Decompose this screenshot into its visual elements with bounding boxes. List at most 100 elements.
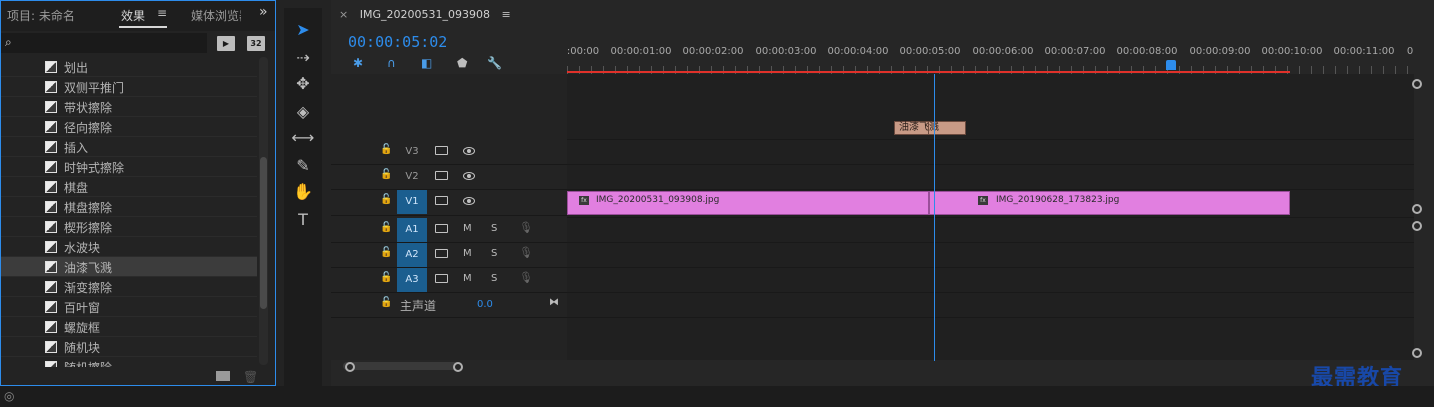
lock-icon[interactable]: 🔓 <box>380 247 392 258</box>
effects-list-scrollbar[interactable] <box>259 57 268 365</box>
tab-project[interactable]: 项目: 未命名 <box>7 7 75 24</box>
sync-lock-icon[interactable] <box>435 146 448 155</box>
eye-icon[interactable] <box>463 172 475 180</box>
transition-paint-splatter[interactable]: 油漆飞溅 <box>894 121 966 135</box>
track-label-v2[interactable]: V2 <box>397 165 427 189</box>
microphone-icon[interactable]: 🎙 <box>519 246 533 259</box>
ripple-edit-tool-icon[interactable]: ✥ <box>291 72 315 96</box>
lane-a1[interactable] <box>567 218 1414 243</box>
master-volume-value[interactable]: 0.0 <box>477 299 493 310</box>
solo-button[interactable]: S <box>491 248 497 259</box>
type-tool-icon[interactable]: T <box>291 208 315 232</box>
linked-selection-icon[interactable]: ◧ <box>421 56 432 70</box>
32bit-effects-button[interactable]: 32 <box>247 36 265 51</box>
effect-item[interactable]: 划出 <box>1 57 257 77</box>
horizontal-scrollbar[interactable] <box>343 362 459 370</box>
video-scroll-handle-bottom[interactable] <box>1412 204 1422 214</box>
effect-item[interactable]: 楔形擦除 <box>1 217 257 237</box>
zoom-handle-right[interactable] <box>453 362 463 372</box>
selection-tool-icon[interactable]: ➤ <box>291 18 315 42</box>
mute-button[interactable]: M <box>463 273 472 284</box>
lock-icon[interactable]: 🔓 <box>380 144 392 155</box>
effect-item[interactable]: 棋盘擦除 <box>1 197 257 217</box>
sequence-tab[interactable]: × IMG_20200531_093908 ≡ <box>339 8 511 21</box>
effect-item[interactable]: 渐变擦除 <box>1 277 257 297</box>
timeline-settings-icon[interactable]: 🔧 <box>487 56 502 70</box>
lane-v2[interactable] <box>567 165 1414 190</box>
effect-item[interactable]: 带状擦除 <box>1 97 257 117</box>
delete-icon[interactable]: 🗑 <box>243 370 258 384</box>
razor-tool-icon[interactable]: ◈ <box>291 100 315 124</box>
tab-media-browser[interactable]: 媒体浏览器 <box>191 7 241 24</box>
status-icon[interactable]: ◎ <box>4 389 14 403</box>
lock-icon[interactable]: 🔓 <box>380 222 392 233</box>
sync-lock-icon[interactable] <box>435 171 448 180</box>
lock-icon[interactable]: 🔓 <box>380 169 392 180</box>
effect-item[interactable]: 双侧平推门 <box>1 77 257 97</box>
effect-item[interactable]: 棋盘 <box>1 177 257 197</box>
sync-lock-icon[interactable] <box>435 249 448 258</box>
track-label-a3[interactable]: A3 <box>397 268 427 292</box>
track-label-a2[interactable]: A2 <box>397 243 427 267</box>
sync-lock-icon[interactable] <box>435 274 448 283</box>
hand-tool-icon[interactable]: ✋ <box>291 180 315 204</box>
effect-item[interactable]: 水波块 <box>1 237 257 257</box>
track-lanes[interactable]: fx IMG_20200531_093908.jpg fx IMG_201906… <box>567 74 1414 360</box>
track-label-v1[interactable]: V1 <box>397 190 427 214</box>
eye-icon[interactable] <box>463 197 475 205</box>
effect-item[interactable]: 插入 <box>1 137 257 157</box>
effect-item[interactable]: 百叶窗 <box>1 297 257 317</box>
lock-icon[interactable]: 🔓 <box>380 272 392 283</box>
new-bin-icon[interactable] <box>216 371 230 381</box>
close-icon[interactable]: × <box>339 8 348 21</box>
microphone-icon[interactable]: 🎙 <box>519 221 533 234</box>
solo-button[interactable]: S <box>491 223 497 234</box>
audio-scroll-handle-top[interactable] <box>1412 221 1422 231</box>
effect-item[interactable]: 随机擦除 <box>1 357 257 367</box>
lane-a3[interactable] <box>567 268 1414 293</box>
track-header-v3: 🔓 V3 <box>331 140 567 165</box>
accelerated-effects-button[interactable]: ▶ <box>217 36 235 51</box>
playhead-timecode[interactable]: 00:00:05:02 <box>348 33 447 51</box>
more-tabs-icon[interactable]: » <box>259 4 268 20</box>
audio-scroll-handle-bottom[interactable] <box>1412 348 1422 358</box>
mute-button[interactable]: M <box>463 248 472 259</box>
effect-item[interactable]: 时钟式擦除 <box>1 157 257 177</box>
effect-item[interactable]: 径向擦除 <box>1 117 257 137</box>
lane-a2[interactable] <box>567 243 1414 268</box>
effect-item[interactable]: 螺旋框 <box>1 317 257 337</box>
clip-1[interactable]: fx IMG_20200531_093908.jpg <box>567 191 929 215</box>
lock-icon[interactable]: 🔓 <box>380 297 392 308</box>
search-input[interactable] <box>1 33 207 53</box>
scrollbar-thumb[interactable] <box>260 157 267 309</box>
tab-effects[interactable]: 效果 <box>121 7 145 24</box>
lane-v3[interactable] <box>567 140 1414 165</box>
snap-icon[interactable]: ∩ <box>387 56 396 70</box>
master-end-icon[interactable]: ⧓ <box>549 297 559 308</box>
solo-button[interactable]: S <box>491 273 497 284</box>
track-select-tool-icon[interactable]: ⇢ <box>291 46 315 70</box>
add-marker-icon[interactable]: ⬟ <box>457 56 467 70</box>
video-scroll-handle-top[interactable] <box>1412 79 1422 89</box>
track-label-v3[interactable]: V3 <box>397 140 427 164</box>
playhead-handle[interactable] <box>1166 60 1176 70</box>
effect-item[interactable]: 随机块 <box>1 337 257 357</box>
microphone-icon[interactable]: 🎙 <box>519 271 533 284</box>
panel-menu-icon[interactable]: ≡ <box>157 6 167 20</box>
pen-tool-icon[interactable]: ✎ <box>291 154 315 178</box>
effect-item[interactable]: 油漆飞溅 <box>1 257 257 277</box>
track-label-a1[interactable]: A1 <box>397 218 427 242</box>
mute-button[interactable]: M <box>463 223 472 234</box>
time-ruler[interactable]: :00:00 00:00:01:00 00:00:02:00 00:00:03:… <box>567 30 1434 74</box>
lock-icon[interactable]: 🔓 <box>380 194 392 205</box>
zoom-handle-left[interactable] <box>345 362 355 372</box>
nest-toggle-icon[interactable]: ✱ <box>353 56 363 70</box>
ruler-label: 00:00:07:00 <box>1044 46 1106 57</box>
sync-lock-icon[interactable] <box>435 196 448 205</box>
lane-master[interactable] <box>567 293 1414 318</box>
sync-lock-icon[interactable] <box>435 224 448 233</box>
slip-tool-icon[interactable]: ⟷ <box>291 126 315 150</box>
sequence-menu-icon[interactable]: ≡ <box>501 8 510 21</box>
clip-2[interactable]: fx IMG_20190628_173823.jpg <box>929 191 1290 215</box>
eye-icon[interactable] <box>463 147 475 155</box>
